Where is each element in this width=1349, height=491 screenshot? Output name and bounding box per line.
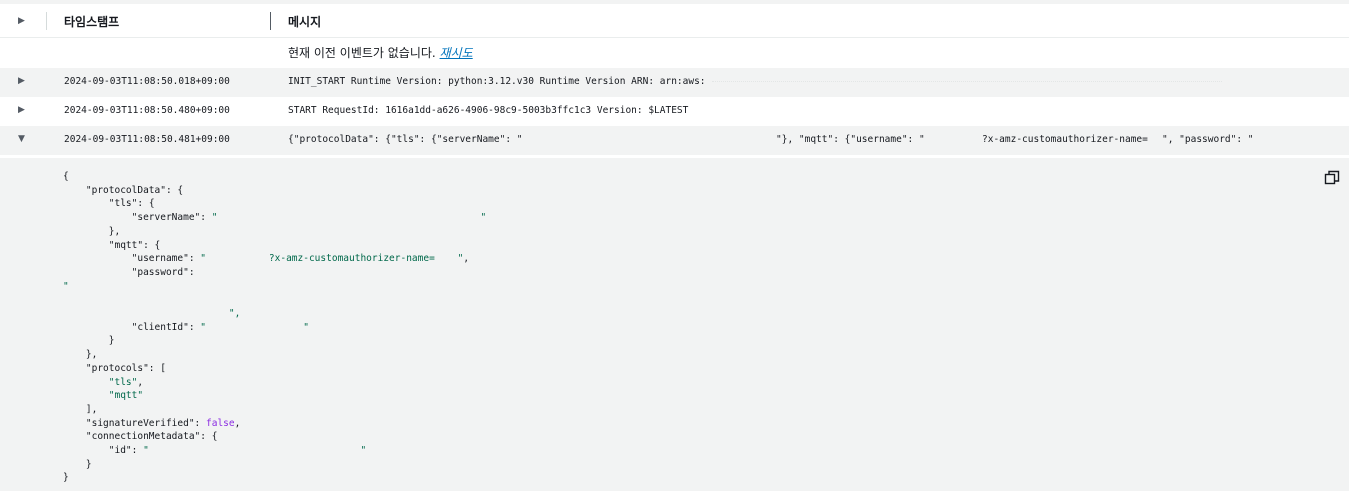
triangle-right-icon[interactable]: ▶ — [18, 105, 25, 115]
json-line: "tls", — [108, 376, 144, 388]
event-message-part: ", "password": " — [1162, 134, 1254, 145]
log-event-row[interactable]: ▶ 2024-09-03T11:08:50.018+09:00 INIT_STA… — [0, 68, 1349, 97]
json-line: "id": " " — [108, 445, 367, 457]
json-line: "tls": { — [108, 198, 155, 210]
copy-icon[interactable] — [1324, 170, 1340, 186]
log-event-row[interactable]: ▶ 2024-09-03T11:08:50.480+09:00 START Re… — [0, 97, 1349, 126]
json-line: "username": " ?x-amz-customauthorizer-na… — [131, 253, 470, 265]
json-line: } — [63, 472, 69, 484]
event-message-part: {"protocolData": {"tls": {"serverName": … — [288, 134, 523, 145]
json-line: "signatureVerified": false, — [85, 417, 241, 429]
redacted-text — [712, 81, 1222, 84]
json-line: "connectionMetadata": { — [85, 431, 218, 443]
no-previous-events: 현재 이전 이벤트가 없습니다. 재시도 — [288, 44, 473, 61]
json-line: "serverName": " " — [131, 212, 487, 224]
event-json-body: { "protocolData": { "tls": { "serverName… — [63, 170, 486, 485]
log-table-header: ▶ 타임스탬프 메시지 — [0, 4, 1349, 38]
column-resize-handle[interactable] — [270, 12, 271, 30]
json-line: "protocols": [ — [85, 362, 166, 374]
event-message: INIT_START Runtime Version: python:3.12.… — [288, 76, 706, 87]
json-line: ", — [63, 308, 241, 320]
event-message: START RequestId: 1616a1dd-a626-4906-98c9… — [288, 105, 689, 116]
event-timestamp: 2024-09-03T11:08:50.480+09:00 — [64, 105, 230, 116]
timestamp-column-header[interactable]: 타임스탬프 — [64, 13, 119, 30]
json-line: } — [63, 458, 92, 470]
column-divider — [46, 12, 47, 30]
triangle-down-icon[interactable]: ▼ — [18, 134, 25, 144]
expand-all-icon[interactable]: ▶ — [18, 16, 25, 26]
retry-link[interactable]: 재시도 — [440, 46, 473, 60]
event-detail-panel: { "protocolData": { "tls": { "serverName… — [0, 158, 1349, 491]
event-timestamp: 2024-09-03T11:08:50.481+09:00 — [64, 134, 230, 145]
json-line: "mqtt" — [108, 390, 144, 402]
json-line: }, — [63, 225, 121, 237]
json-line: "password": — [131, 266, 195, 278]
json-line: "mqtt": { — [108, 239, 161, 251]
json-line: "protocolData": { — [85, 184, 184, 196]
json-line: }, — [63, 349, 98, 361]
json-line: { — [63, 171, 69, 182]
json-line: } — [63, 335, 115, 347]
json-line: "clientId": " " — [131, 321, 309, 333]
event-timestamp: 2024-09-03T11:08:50.018+09:00 — [64, 76, 230, 87]
json-line: " — [63, 280, 69, 292]
message-column-header[interactable]: 메시지 — [288, 13, 321, 30]
no-previous-text: 현재 이전 이벤트가 없습니다. — [288, 46, 436, 60]
log-event-row-expanded[interactable]: ▼ 2024-09-03T11:08:50.481+09:00 {"protoc… — [0, 126, 1349, 155]
event-message-part: "}, "mqtt": {"username": " — [776, 134, 925, 145]
triangle-right-icon[interactable]: ▶ — [18, 76, 25, 86]
json-line: ], — [63, 403, 98, 415]
event-message-part: ?x-amz-customauthorizer-name= — [982, 134, 1148, 145]
